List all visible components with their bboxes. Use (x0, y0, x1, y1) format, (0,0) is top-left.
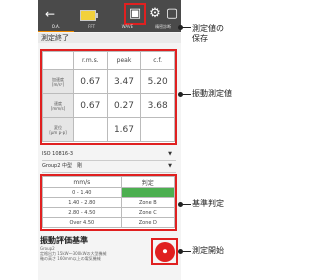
window-icon[interactable]: ▢ (163, 5, 181, 23)
value-cell: 3.68 (140, 93, 175, 118)
header-cf: c.f. (140, 51, 175, 70)
judgement-table: mm/s 判定 0 - 1.40 1.40 - 2.80 Zone B 2.80… (40, 174, 177, 231)
header-blank (42, 51, 74, 70)
chevron-down-icon: ▼ (168, 163, 172, 169)
callout-line (181, 251, 191, 252)
row-label-acceleration: 加速度 [m/s²] (42, 69, 74, 94)
callout-values: 振動測定値 (192, 89, 232, 98)
header-unit: mm/s (42, 176, 122, 188)
callout-save: 測定値の 保存 (192, 24, 224, 43)
value-cell (73, 117, 108, 142)
zone-cell: Zone D (120, 217, 176, 228)
criteria-section: 振動評価基準 Group2 定格出力 15kW～300kWの大型機械 軸の高さ … (40, 236, 150, 261)
group-select-value: Group2 中型 剛 (42, 163, 82, 169)
callout-start: 測定開始 (192, 246, 224, 255)
header-judgement: 判定 (120, 176, 176, 188)
callout-line (181, 94, 191, 95)
chevron-down-icon: ▼ (168, 151, 172, 157)
tab-wave[interactable]: WAVE (110, 22, 146, 32)
callout-line (181, 27, 191, 28)
value-cell (140, 117, 175, 142)
zone-cell-active (120, 187, 176, 198)
tab-fft[interactable]: FFT (74, 22, 110, 32)
criteria-desc: 軸の高さ 160mm以上の電気機械 (40, 256, 101, 261)
gear-icon[interactable]: ⚙ (146, 5, 164, 23)
row-label-velocity: 速度 [mm/s] (42, 93, 74, 118)
value-cell: 0.67 (73, 93, 108, 118)
header-peak: peak (106, 51, 142, 70)
tab-oa[interactable]: O.A. (38, 22, 74, 32)
status-text: 測定終了 (38, 33, 181, 43)
row-label-displacement: 変位 [µm p-p] (42, 117, 74, 142)
callout-judge: 基準判定 (192, 199, 224, 208)
start-measure-button[interactable]: ⏺ (155, 242, 175, 262)
value-cell: 3.47 (106, 69, 142, 94)
tab-bar: O.A. FFT WAVE 精密診断 (38, 22, 181, 32)
app-screen: ← ▣ ⚙ ▢ O.A. FFT WAVE 精密診断 測定終了 r.m.s. p… (38, 0, 181, 280)
callout-line (181, 204, 191, 205)
value-cell: 0.27 (106, 93, 142, 118)
range-cell: Over 4.50 (42, 217, 122, 228)
range-cell: 0 - 1.40 (42, 187, 122, 198)
value-cell: 1.67 (106, 117, 142, 142)
criteria-title: 振動評価基準 (40, 236, 88, 245)
measurement-table: r.m.s. peak c.f. 加速度 [m/s²] 0.67 3.47 5.… (40, 49, 177, 145)
value-cell: 0.67 (73, 69, 108, 94)
range-cell: 1.40 - 2.80 (42, 197, 122, 208)
header-rms: r.m.s. (73, 51, 108, 70)
battery-icon (80, 10, 98, 21)
record-icon: ⏺ (162, 247, 168, 257)
range-cell: 2.80 - 4.50 (42, 207, 122, 218)
toolbar: ← ▣ ⚙ ▢ O.A. FFT WAVE 精密診断 (38, 0, 181, 32)
zone-cell: Zone C (120, 207, 176, 218)
standard-select-value: ISO 10816-3 (42, 151, 74, 157)
tab-diagnosis[interactable]: 精密診断 (145, 22, 181, 32)
value-cell: 5.20 (140, 69, 175, 94)
zone-cell: Zone B (120, 197, 176, 208)
back-arrow-icon[interactable]: ← (43, 7, 57, 21)
group-select[interactable]: Group2 中型 剛 ▼ (42, 160, 176, 173)
